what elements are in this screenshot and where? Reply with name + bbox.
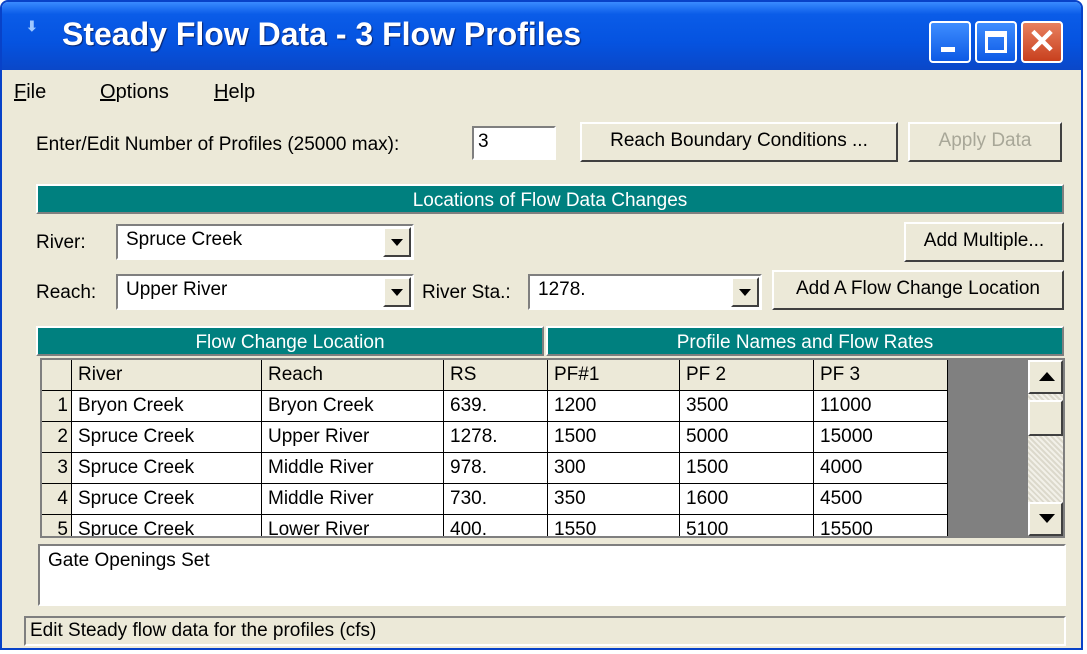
table-vertical-scrollbar[interactable] [1028, 360, 1063, 536]
row-number: 4 [42, 484, 72, 515]
table-cell[interactable]: 5100 [680, 515, 814, 536]
river-sta-select[interactable]: 1278. [528, 274, 762, 310]
row-number: 5 [42, 515, 72, 536]
table-cell[interactable]: 1500 [680, 453, 814, 484]
reach-select-value: Upper River [126, 279, 228, 300]
column-header-rs: RS [444, 360, 548, 391]
table-cell[interactable]: Spruce Creek [72, 515, 262, 536]
flow-data-table: River Reach RS PF#1 PF 2 PF 3 1 Bryon Cr… [40, 358, 1065, 538]
locations-header: Locations of Flow Data Changes [36, 184, 1064, 214]
river-select-value: Spruce Creek [126, 229, 243, 250]
reach-select[interactable]: Upper River [116, 274, 414, 310]
row-number: 3 [42, 453, 72, 484]
reach-label: Reach: [36, 282, 97, 303]
table-cell[interactable]: 4500 [814, 484, 948, 515]
app-icon[interactable]: ⬇ [26, 18, 38, 34]
table-cell[interactable]: 11000 [814, 391, 948, 422]
table-cell[interactable]: 300 [548, 453, 680, 484]
minimize-icon [941, 47, 955, 52]
river-sta-dropdown-button[interactable] [731, 277, 759, 307]
river-dropdown-button[interactable] [383, 227, 411, 257]
table-cell[interactable]: 639. [444, 391, 548, 422]
column-header-pf2: PF 2 [680, 360, 814, 391]
river-sta-label: River Sta.: [422, 282, 511, 303]
table-cell[interactable]: 400. [444, 515, 548, 536]
arrow-down-icon [1039, 514, 1055, 523]
table-cell[interactable]: 1500 [548, 422, 680, 453]
table-cell[interactable]: Spruce Creek [72, 484, 262, 515]
table-cell[interactable]: 730. [444, 484, 548, 515]
table-cell[interactable]: 15000 [814, 422, 948, 453]
table-cell[interactable]: Middle River [262, 453, 444, 484]
table-cell[interactable]: 15500 [814, 515, 948, 536]
table-cell[interactable]: Lower River [262, 515, 444, 536]
river-label: River: [36, 232, 86, 253]
add-multiple-button[interactable]: Add Multiple... [904, 222, 1064, 262]
maximize-icon [985, 31, 1007, 53]
flow-change-location-header: Flow Change Location [36, 326, 544, 356]
chevron-down-icon [739, 289, 751, 296]
arrow-up-icon [1039, 372, 1055, 381]
table-cell[interactable]: Spruce Creek [72, 422, 262, 453]
profiles-count-input[interactable]: 3 [472, 126, 556, 160]
scroll-up-button[interactable] [1028, 360, 1063, 394]
apply-data-button[interactable]: Apply Data [908, 122, 1062, 162]
maximize-button[interactable] [975, 21, 1017, 63]
profiles-count-label: Enter/Edit Number of Profiles (25000 max… [36, 134, 400, 155]
table-cell[interactable]: 1200 [548, 391, 680, 422]
river-sta-select-value: 1278. [538, 279, 586, 300]
table-cell[interactable]: Middle River [262, 484, 444, 515]
chevron-down-icon [391, 289, 403, 296]
column-header-river: River [72, 360, 262, 391]
column-header-pf3: PF 3 [814, 360, 948, 391]
table-cell[interactable]: 1600 [680, 484, 814, 515]
table-cell[interactable]: Upper River [262, 422, 444, 453]
reach-boundary-conditions-button[interactable]: Reach Boundary Conditions ... [580, 122, 898, 162]
close-button[interactable]: ✕ [1021, 21, 1063, 63]
table-cell[interactable]: 350 [548, 484, 680, 515]
column-header-reach: Reach [262, 360, 444, 391]
table-cell[interactable]: Spruce Creek [72, 453, 262, 484]
table-cell[interactable]: 3500 [680, 391, 814, 422]
row-header-corner [42, 360, 72, 391]
table-cell[interactable]: 1550 [548, 515, 680, 536]
menu-options[interactable]: Options [100, 81, 169, 104]
add-flow-change-location-button[interactable]: Add A Flow Change Location [772, 270, 1064, 310]
scroll-thumb[interactable] [1028, 400, 1063, 436]
table-empty-area [948, 360, 1028, 536]
steady-flow-window: ⬇ Steady Flow Data - 3 Flow Profiles ✕ F… [0, 0, 1083, 650]
table-cell[interactable]: 5000 [680, 422, 814, 453]
menu-help[interactable]: Help [214, 81, 255, 104]
profile-names-header: Profile Names and Flow Rates [546, 326, 1064, 356]
table-cell[interactable]: 4000 [814, 453, 948, 484]
chevron-down-icon [391, 239, 403, 246]
window-title: Steady Flow Data - 3 Flow Profiles [62, 16, 582, 52]
table-cell[interactable]: Bryon Creek [262, 391, 444, 422]
table-cell[interactable]: 978. [444, 453, 548, 484]
close-icon: ✕ [1027, 23, 1057, 61]
menu-file[interactable]: File [14, 81, 46, 104]
row-number: 1 [42, 391, 72, 422]
scroll-down-button[interactable] [1028, 502, 1063, 536]
table-cell[interactable]: Bryon Creek [72, 391, 262, 422]
table-cell[interactable]: 1278. [444, 422, 548, 453]
title-bar[interactable]: ⬇ Steady Flow Data - 3 Flow Profiles ✕ [2, 2, 1081, 70]
notes-textbox[interactable]: Gate Openings Set [38, 544, 1066, 606]
column-header-pf1: PF#1 [548, 360, 680, 391]
status-bar: Edit Steady flow data for the profiles (… [24, 616, 1066, 646]
minimize-button[interactable] [929, 21, 971, 63]
menu-bar: File Options Help [2, 72, 1081, 112]
row-number: 2 [42, 422, 72, 453]
river-select[interactable]: Spruce Creek [116, 224, 414, 260]
reach-dropdown-button[interactable] [383, 277, 411, 307]
